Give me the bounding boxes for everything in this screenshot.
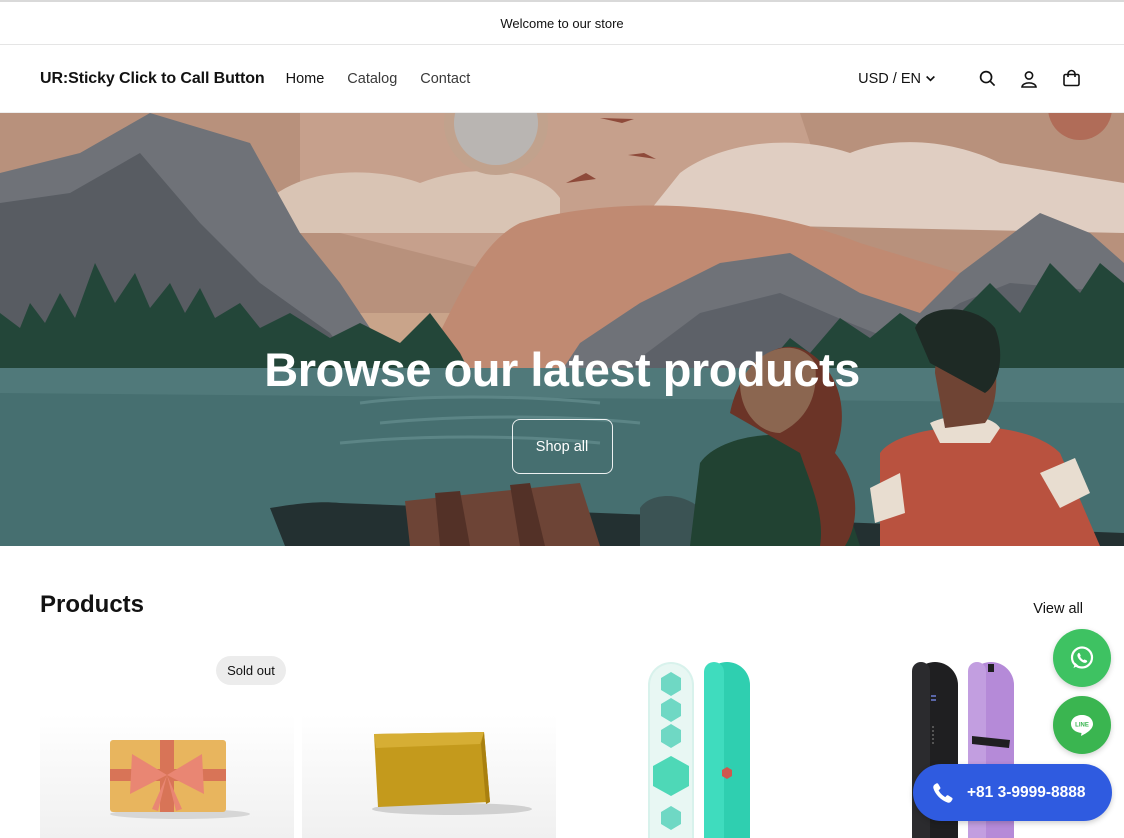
product-image[interactable] bbox=[302, 714, 556, 838]
click-to-call-button[interactable]: +81 3-9999-8888 bbox=[913, 764, 1112, 821]
header-actions: USD / EN bbox=[858, 66, 1084, 92]
product-card[interactable] bbox=[302, 656, 556, 838]
announcement-text: Welcome to our store bbox=[500, 15, 624, 31]
locale-label: USD / EN bbox=[858, 70, 921, 87]
currency-language-selector[interactable]: USD / EN bbox=[858, 71, 936, 87]
line-icon-label: LINE bbox=[1075, 723, 1089, 729]
search-icon bbox=[979, 70, 995, 87]
brand-logo-link[interactable]: UR:Sticky Click to Call Button bbox=[40, 70, 265, 88]
call-number: +81 3-9999-8888 bbox=[967, 783, 1086, 801]
account-button[interactable] bbox=[1016, 66, 1042, 92]
line-icon: LINE bbox=[1071, 715, 1093, 736]
nav-contact[interactable]: Contact bbox=[420, 71, 470, 87]
line-button[interactable]: LINE bbox=[1053, 696, 1111, 754]
product-image[interactable] bbox=[40, 714, 294, 838]
cart-icon bbox=[1062, 69, 1080, 87]
sold-out-badge: Sold out bbox=[216, 656, 286, 685]
phone-icon bbox=[933, 782, 953, 803]
product-image[interactable] bbox=[564, 656, 818, 838]
nav-catalog[interactable]: Catalog bbox=[347, 71, 397, 87]
main-nav: Home Catalog Contact bbox=[286, 71, 471, 87]
shop-all-button[interactable]: Shop all bbox=[511, 419, 613, 474]
products-header: Products View all bbox=[40, 546, 1084, 621]
product-card[interactable]: Sold out bbox=[40, 656, 294, 838]
gift-card-icon bbox=[110, 740, 250, 819]
snowboard-teal-icon bbox=[648, 662, 750, 838]
whatsapp-icon bbox=[1070, 646, 1094, 669]
nav-home[interactable]: Home bbox=[286, 71, 325, 87]
cart-button[interactable] bbox=[1058, 66, 1084, 92]
storefront-page: Welcome to our store UR:Sticky Click to … bbox=[0, 0, 1124, 838]
wax-bar-icon bbox=[372, 732, 532, 815]
search-button[interactable] bbox=[974, 66, 1000, 92]
view-all-link[interactable]: View all bbox=[1033, 601, 1083, 621]
hero-title: Browse our latest products bbox=[264, 343, 860, 396]
hero-content: Browse our latest products Shop all bbox=[0, 113, 1124, 546]
account-icon bbox=[1021, 70, 1037, 88]
chevron-down-icon bbox=[926, 75, 935, 82]
product-card[interactable] bbox=[564, 656, 818, 838]
hero-banner: Browse our latest products Shop all bbox=[0, 113, 1124, 546]
whatsapp-button[interactable] bbox=[1053, 629, 1111, 687]
announcement-bar: Welcome to our store bbox=[0, 2, 1124, 45]
products-title: Products bbox=[40, 591, 145, 618]
site-header: UR:Sticky Click to Call Button Home Cata… bbox=[0, 45, 1124, 113]
